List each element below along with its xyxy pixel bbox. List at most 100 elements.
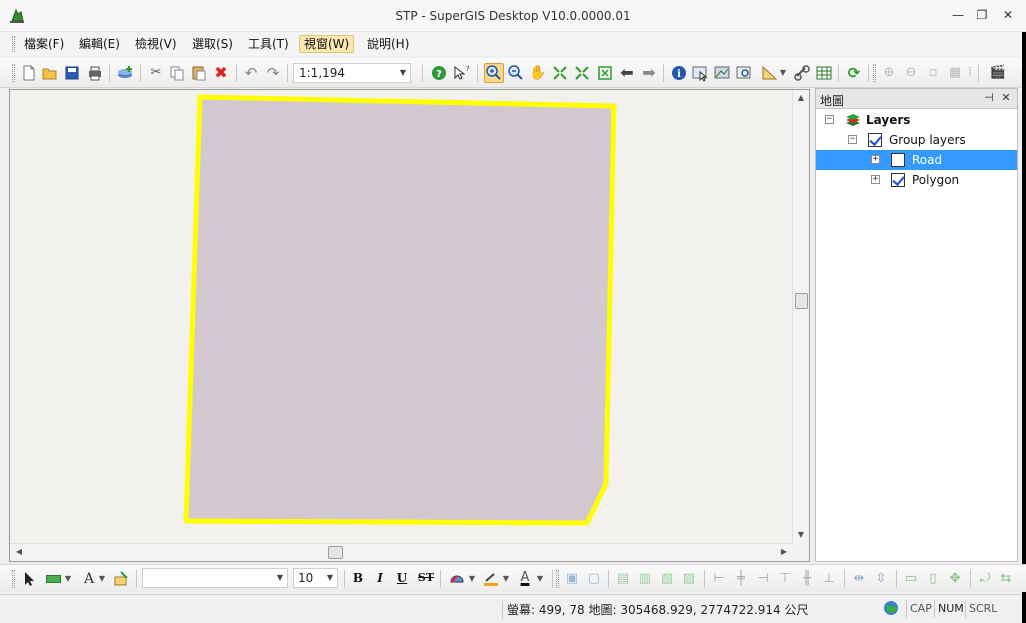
vertical-scroll-thumb[interactable]	[795, 293, 808, 309]
font-color-dropdown-icon[interactable]: ▼	[535, 570, 545, 588]
scroll-up-icon[interactable]: ▲	[795, 93, 807, 102]
chevron-down-icon[interactable]: ▼	[277, 569, 283, 587]
scroll-right-icon[interactable]: ▶	[778, 547, 790, 556]
map-view[interactable]	[9, 89, 810, 562]
new-file-icon[interactable]	[20, 64, 38, 82]
font-name-combobox[interactable]: ▼	[142, 568, 288, 588]
zoom-out-icon[interactable]	[507, 64, 525, 82]
copy-icon[interactable]	[168, 64, 186, 82]
find-icon[interactable]	[735, 64, 753, 82]
toolbar-grip[interactable]	[556, 570, 559, 588]
select-elements-arrow-icon[interactable]	[20, 570, 38, 588]
layers-panel-header: 地圖 ⊣ ✕	[816, 89, 1017, 109]
font-size-combobox[interactable]: 10 ▼	[293, 568, 338, 588]
polygon-layer-checkbox[interactable]	[891, 173, 905, 187]
map-vertical-scrollbar[interactable]: ▲ ▼	[792, 90, 809, 545]
scroll-down-icon[interactable]: ▼	[795, 530, 807, 539]
paste-icon[interactable]	[190, 64, 208, 82]
tree-layer-road[interactable]: + Road	[816, 150, 1017, 170]
toolbar-grip[interactable]	[12, 64, 15, 82]
delete-icon[interactable]: ✖	[212, 64, 230, 82]
line-color-icon[interactable]	[482, 570, 500, 588]
toolbar-grip[interactable]	[12, 570, 15, 588]
tree-group-layers[interactable]: − Group layers	[816, 130, 1017, 150]
map-horizontal-scrollbar[interactable]: ◀ ▶	[10, 543, 792, 560]
menubar-grip[interactable]	[12, 36, 15, 52]
add-data-icon[interactable]	[116, 64, 134, 82]
chevron-down-icon[interactable]: ▼	[327, 569, 333, 587]
toolbar-separator	[287, 64, 288, 82]
map-canvas[interactable]	[10, 90, 792, 544]
menu-help[interactable]: 說明(H)	[363, 35, 413, 53]
strikethrough-button[interactable]: ST	[415, 569, 437, 587]
fixed-zoom-out-icon[interactable]	[596, 64, 614, 82]
toolbar-separator	[140, 64, 141, 82]
rectangle-tool-icon[interactable]	[46, 575, 61, 583]
cut-icon[interactable]: ✂	[147, 64, 165, 82]
clapboard-icon[interactable]: 🎬	[989, 64, 1007, 82]
underline-button[interactable]: U	[393, 569, 411, 587]
refresh-icon[interactable]: ⟳	[845, 64, 863, 82]
attribute-table-icon[interactable]	[815, 64, 833, 82]
globe-icon	[884, 601, 898, 615]
menu-select[interactable]: 選取(S)	[188, 35, 237, 53]
edit-vertices-icon[interactable]	[112, 570, 130, 588]
restore-button[interactable]: ❐	[970, 8, 994, 26]
collapse-icon[interactable]: −	[825, 115, 834, 124]
font-color-icon[interactable]: A	[516, 569, 534, 587]
fill-color-icon[interactable]	[448, 570, 466, 588]
bold-button[interactable]: B	[349, 569, 367, 587]
open-folder-icon[interactable]	[41, 64, 59, 82]
toolbar-separator	[978, 64, 979, 82]
hyperlink-icon[interactable]	[793, 64, 811, 82]
group-layers-checkbox[interactable]	[868, 133, 882, 147]
back-arrow-icon[interactable]: ⬅	[618, 64, 636, 82]
menu-tools[interactable]: 工具(T)	[244, 35, 293, 53]
print-icon[interactable]	[86, 64, 104, 82]
italic-button[interactable]: I	[371, 569, 389, 587]
full-extent-icon[interactable]	[551, 64, 569, 82]
text-tool-icon[interactable]: A	[80, 570, 98, 588]
expand-icon[interactable]: +	[871, 175, 880, 184]
panel-close-icon[interactable]: ✕	[999, 91, 1013, 105]
close-button[interactable]: ✕	[996, 8, 1020, 26]
road-layer-checkbox[interactable]	[891, 153, 905, 167]
collapse-icon[interactable]: −	[848, 135, 857, 144]
menu-edit[interactable]: 編輯(E)	[75, 35, 124, 53]
toolbar-grip[interactable]	[873, 64, 876, 82]
measure-dropdown-icon[interactable]: ▼	[778, 64, 788, 82]
make-same-width-icon: ▭	[904, 571, 918, 586]
horizontal-scroll-thumb[interactable]	[328, 546, 343, 559]
map-tips-icon[interactable]	[713, 64, 731, 82]
menu-window[interactable]: 視窗(W)	[299, 35, 355, 53]
align-bottom-icon: ⊥	[823, 571, 835, 586]
help-icon[interactable]: ?	[430, 64, 448, 82]
measure-icon[interactable]	[761, 64, 779, 82]
scroll-left-icon[interactable]: ◀	[13, 547, 25, 556]
tree-layer-polygon[interactable]: + Polygon	[816, 170, 1017, 190]
forward-arrow-icon[interactable]: ➡	[640, 64, 658, 82]
line-color-dropdown-icon[interactable]: ▼	[501, 570, 511, 588]
text-tool-dropdown-icon[interactable]: ▼	[97, 570, 107, 588]
menu-file[interactable]: 檔案(F)	[20, 35, 68, 53]
pan-hand-icon[interactable]: ✋	[529, 64, 547, 82]
redo-icon[interactable]: ↷	[264, 64, 282, 82]
identify-icon[interactable]: i	[670, 64, 688, 82]
menu-view[interactable]: 檢視(V)	[131, 35, 181, 53]
fill-color-dropdown-icon[interactable]: ▼	[467, 570, 477, 588]
zoom-in-icon[interactable]	[484, 63, 504, 83]
selected-polygon-feature[interactable]	[183, 94, 617, 526]
save-icon[interactable]	[63, 64, 81, 82]
undo-icon[interactable]: ↶	[242, 64, 260, 82]
fixed-zoom-in-icon[interactable]	[573, 64, 591, 82]
expand-icon[interactable]: +	[871, 155, 880, 164]
map-scale-combobox[interactable]: 1:1,194 ▼	[293, 63, 411, 83]
select-features-icon[interactable]	[691, 64, 709, 82]
minimize-button[interactable]: —	[946, 8, 970, 26]
chevron-down-icon[interactable]: ▼	[400, 64, 406, 82]
rectangle-dropdown-icon[interactable]: ▼	[63, 570, 73, 588]
tree-root-layers[interactable]: − Layers	[816, 110, 1017, 130]
toolbar-separator	[422, 64, 423, 82]
what-is-this-icon[interactable]: ?	[452, 64, 470, 82]
pin-icon[interactable]: ⊣	[982, 91, 996, 105]
